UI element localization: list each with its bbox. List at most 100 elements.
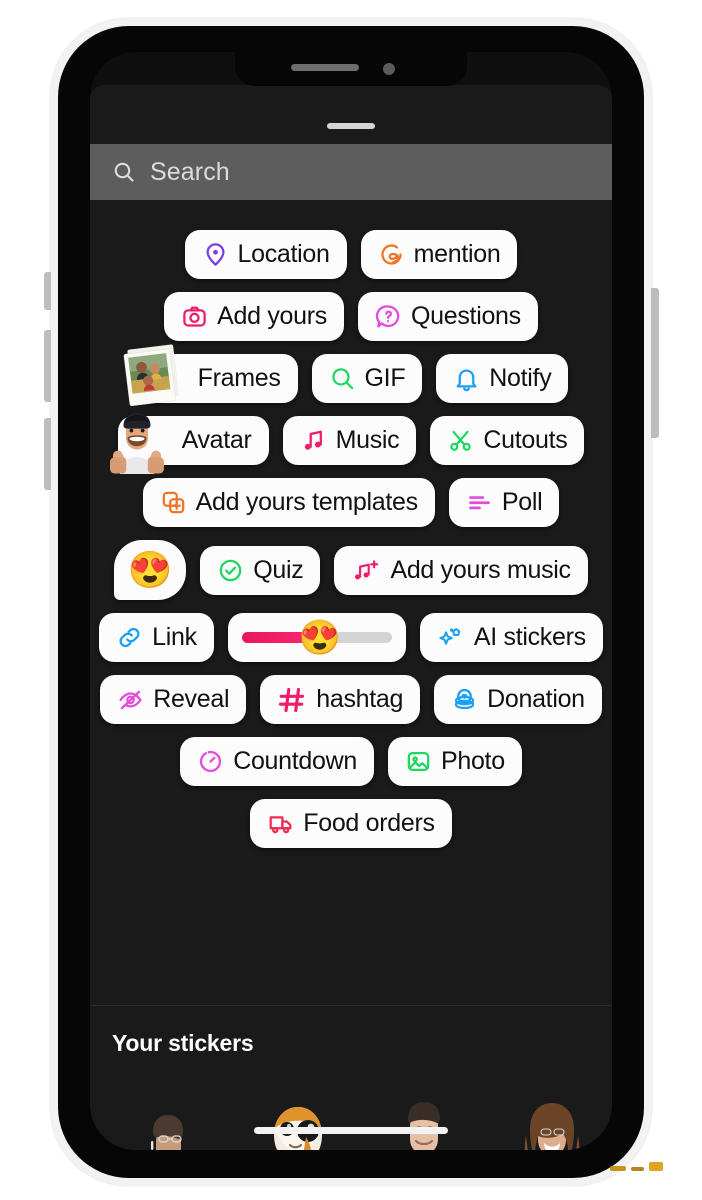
- delivery-truck-icon: [267, 810, 294, 837]
- decorative-flecks: [610, 1162, 663, 1171]
- question-bubble-icon: [375, 303, 402, 330]
- sticker-chip-questions[interactable]: Questions: [358, 292, 538, 341]
- avatar-thumbs-up-thumbnail: [109, 412, 164, 474]
- search-bar[interactable]: Search: [90, 144, 612, 200]
- sticker-chip-gif[interactable]: GIF: [311, 354, 423, 403]
- sticker-porg-creature[interactable]: [240, 1079, 352, 1150]
- your-stickers-list: [112, 1079, 590, 1150]
- sticker-chip-location[interactable]: Location: [184, 230, 347, 279]
- sticker-chip-label: Avatar: [181, 426, 252, 454]
- sticker-chip-avatar[interactable]: Avatar: [109, 412, 269, 474]
- sticker-chip-label: Frames: [197, 364, 281, 392]
- sticker-row: Avatar Music Cutouts: [108, 412, 594, 474]
- sticker-chip-photo[interactable]: Photo: [387, 737, 522, 786]
- music-note-plus-icon: [351, 557, 381, 584]
- photo-icon: [405, 748, 432, 775]
- sticker-row: Reveal hashtag Donation: [100, 675, 602, 724]
- sticker-chip-label: Quiz: [253, 555, 304, 584]
- search-gif-icon: [329, 365, 356, 392]
- sticker-chip-mention[interactable]: mention: [360, 230, 518, 279]
- sticker-chip-label: hashtag: [316, 685, 404, 713]
- sticker-chip-label: Questions: [411, 302, 521, 330]
- templates-plus-icon: [160, 489, 187, 516]
- sticker-chip-label: Add yours music: [390, 555, 571, 584]
- bell-icon: [453, 365, 480, 392]
- home-indicator[interactable]: [254, 1127, 448, 1134]
- music-note-icon: [300, 427, 327, 454]
- sticker-chip-ai-stickers[interactable]: AI stickers: [419, 613, 603, 662]
- sticker-row: Add yours templates Poll: [108, 478, 594, 527]
- sticker-chip-label: Poll: [501, 488, 543, 516]
- sticker-chip-countdown[interactable]: Countdown: [180, 737, 374, 786]
- sticker-chip-notify[interactable]: Notify: [436, 354, 569, 403]
- sticker-chip-label: Notify: [489, 364, 552, 392]
- sticker-person-glasses[interactable]: [112, 1079, 224, 1150]
- sticker-chip-cutouts[interactable]: Cutouts: [430, 416, 585, 465]
- your-stickers-title: Your stickers: [112, 1030, 254, 1056]
- hashtag-icon: [277, 685, 307, 715]
- heart-eyes-emoji-icon: 😍: [127, 549, 173, 590]
- sticker-chip-add-yours-templates[interactable]: Add yours templates: [142, 478, 435, 527]
- sticker-chip-label: GIF: [364, 364, 406, 392]
- volume-up-button[interactable]: [44, 330, 51, 402]
- sticker-chip-frames[interactable]: Frames: [123, 344, 298, 406]
- earpiece-speaker-icon: [291, 64, 359, 71]
- sticker-chip-music[interactable]: Music: [282, 416, 417, 465]
- search-icon: [112, 160, 136, 184]
- sticker-tray-sheet: Search Location mention Add yours Questions…: [90, 85, 612, 1150]
- emoji-slider-track[interactable]: 😍: [241, 621, 392, 655]
- threads-icon: [378, 241, 405, 268]
- poll-bars-icon: [466, 489, 493, 516]
- scissors-icon: [447, 427, 474, 454]
- sticker-row: Food orders: [108, 799, 594, 848]
- sticker-chip-label: Donation: [487, 685, 585, 713]
- sticker-chip-add-yours[interactable]: Add yours: [164, 292, 344, 341]
- sticker-person-smiling[interactable]: [368, 1079, 480, 1150]
- eye-slash-icon: [117, 686, 144, 713]
- sticker-chip-label: Location: [237, 240, 330, 268]
- sticker-chip-heart-eyes-emoji[interactable]: 😍: [114, 540, 187, 600]
- sticker-chip-label: Link: [152, 623, 197, 651]
- volume-down-button[interactable]: [44, 418, 51, 490]
- sticker-row: Add yours Questions: [108, 292, 594, 341]
- sticker-row: Location mention: [108, 230, 594, 279]
- link-chain-icon: [116, 624, 143, 651]
- sticker-chip-link[interactable]: Link: [99, 613, 214, 662]
- sticker-person-long-hair[interactable]: [496, 1079, 608, 1150]
- sticker-chip-label: Countdown: [233, 747, 357, 775]
- sticker-chip-label: AI stickers: [473, 623, 586, 651]
- sticker-row: Frames GIF Notify: [108, 344, 594, 406]
- sticker-row: Link 😍 AI stickers: [99, 613, 603, 662]
- sticker-chip-reveal[interactable]: Reveal: [100, 675, 247, 724]
- sticker-chip-poll[interactable]: Poll: [448, 478, 560, 527]
- sticker-chip-emoji-slider[interactable]: 😍: [227, 613, 406, 662]
- donation-heart-icon: [451, 686, 478, 713]
- sticker-chip-quiz[interactable]: Quiz: [200, 545, 321, 595]
- sticker-chip-label: Food orders: [303, 809, 435, 837]
- location-pin-icon: [202, 241, 229, 268]
- sticker-chip-food-orders[interactable]: Food orders: [250, 799, 452, 848]
- sticker-chip-label: mention: [413, 240, 501, 268]
- power-button[interactable]: [651, 288, 659, 438]
- phone-screen: Search Location mention Add yours Questions…: [90, 52, 612, 1150]
- sticker-options-grid: Location mention Add yours Questions Frames G…: [90, 200, 612, 990]
- sticker-row: Countdown Photo: [108, 737, 594, 786]
- sticker-chip-donation[interactable]: Donation: [434, 675, 602, 724]
- sticker-chip-label: Reveal: [153, 685, 230, 713]
- front-camera-icon: [383, 63, 395, 75]
- sticker-chip-label: Photo: [440, 747, 505, 775]
- check-circle-icon: [217, 557, 244, 584]
- sticker-row: 😍 Quiz Add yours music: [108, 540, 594, 600]
- countdown-timer-icon: [197, 748, 224, 775]
- sticker-chip-label: Add yours: [217, 302, 327, 330]
- emoji-slider-knob[interactable]: 😍: [299, 621, 341, 655]
- sticker-chip-label: Add yours templates: [195, 488, 419, 516]
- camera-icon: [181, 303, 208, 330]
- sticker-chip-add-yours-music[interactable]: Add yours music: [334, 545, 588, 595]
- sticker-chip-label: Cutouts: [483, 426, 568, 454]
- sheet-drag-handle[interactable]: [327, 123, 375, 129]
- sticker-chip-hashtag[interactable]: hashtag: [260, 675, 421, 724]
- silent-switch-button[interactable]: [44, 272, 51, 310]
- search-input[interactable]: Search: [150, 158, 230, 187]
- sticker-chip-label: Music: [335, 426, 400, 454]
